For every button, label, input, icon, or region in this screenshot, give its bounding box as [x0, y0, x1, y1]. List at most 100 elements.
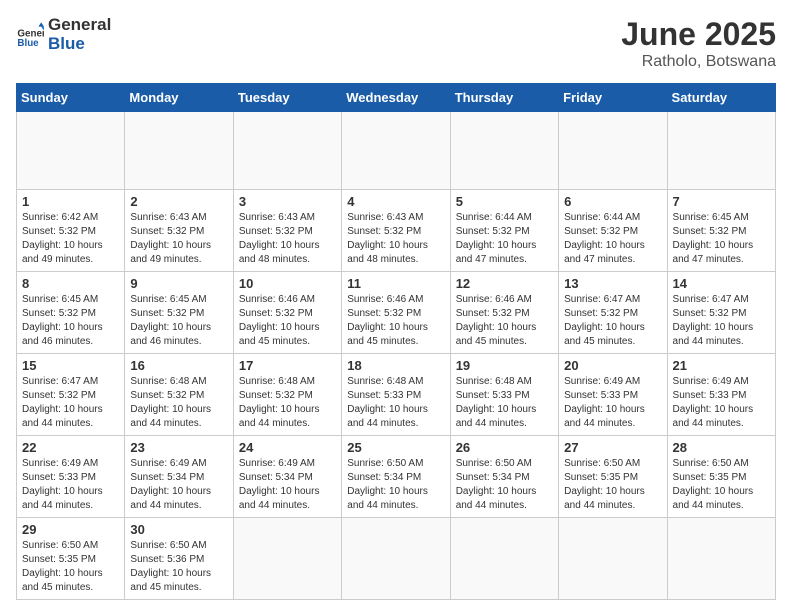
calendar-cell: 11 Sunrise: 6:46 AMSunset: 5:32 PMDayligh… [342, 272, 450, 354]
week-row-6: 29 Sunrise: 6:50 AMSunset: 5:35 PMDayligh… [17, 518, 776, 600]
calendar-cell [342, 112, 450, 190]
day-number: 6 [564, 194, 661, 209]
logo-general-text: General [48, 16, 111, 35]
cell-details: Sunrise: 6:44 AMSunset: 5:32 PMDaylight:… [456, 211, 553, 267]
cell-details: Sunrise: 6:50 AMSunset: 5:35 PMDaylight:… [564, 457, 661, 513]
calendar-cell: 13 Sunrise: 6:47 AMSunset: 5:32 PMDayligh… [559, 272, 667, 354]
calendar-cell: 18Sunrise: 6:48 AMSunset: 5:33 PMDayligh… [342, 354, 450, 436]
location-subtitle: Ratholo, Botswana [621, 53, 776, 71]
calendar-cell: 23 Sunrise: 6:49 AMSunset: 5:34 PMDayligh… [125, 436, 233, 518]
cell-details: Sunrise: 6:45 AMSunset: 5:32 PMDaylight:… [130, 293, 227, 349]
cell-details: Sunrise: 6:49 AMSunset: 5:33 PMDaylight:… [22, 457, 119, 513]
generalblue-logo-icon: General Blue [16, 21, 44, 49]
calendar-cell [233, 112, 341, 190]
calendar-cell [450, 112, 558, 190]
calendar-cell: 22 Sunrise: 6:49 AMSunset: 5:33 PMDayligh… [17, 436, 125, 518]
cell-details: Sunrise: 6:48 AMSunset: 5:33 PMDaylight:… [456, 375, 553, 431]
calendar-cell: 15 Sunrise: 6:47 AMSunset: 5:32 PMDayligh… [17, 354, 125, 436]
cell-details: Sunrise: 6:43 AMSunset: 5:32 PMDaylight:… [130, 211, 227, 267]
calendar-cell: 27 Sunrise: 6:50 AMSunset: 5:35 PMDayligh… [559, 436, 667, 518]
calendar-cell: 9Sunrise: 6:45 AMSunset: 5:32 PMDaylight… [125, 272, 233, 354]
calendar-cell: 28Sunrise: 6:50 AMSunset: 5:35 PMDayligh… [667, 436, 775, 518]
header-monday: Monday [125, 84, 233, 112]
day-number: 8 [22, 276, 119, 291]
header-wednesday: Wednesday [342, 84, 450, 112]
day-number: 1 [22, 194, 119, 209]
cell-details: Sunrise: 6:45 AMSunset: 5:32 PMDaylight:… [22, 293, 119, 349]
day-number: 3 [239, 194, 336, 209]
cell-details: Sunrise: 6:50 AMSunset: 5:35 PMDaylight:… [22, 539, 119, 595]
week-row-3: 8 Sunrise: 6:45 AMSunset: 5:32 PMDaylight… [17, 272, 776, 354]
logo: General Blue General Blue [16, 16, 111, 53]
cell-details: Sunrise: 6:47 AMSunset: 5:32 PMDaylight:… [22, 375, 119, 431]
month-year-title: June 2025 [621, 16, 776, 53]
week-row-1 [17, 112, 776, 190]
week-row-5: 22 Sunrise: 6:49 AMSunset: 5:33 PMDayligh… [17, 436, 776, 518]
day-number: 11 [347, 276, 444, 291]
day-number: 18 [347, 358, 444, 373]
day-number: 17 [239, 358, 336, 373]
cell-details: Sunrise: 6:43 AMSunset: 5:32 PMDaylight:… [239, 211, 336, 267]
day-number: 15 [22, 358, 119, 373]
calendar-cell: 17 Sunrise: 6:48 AMSunset: 5:32 PMDayligh… [233, 354, 341, 436]
calendar-cell: 19Sunrise: 6:48 AMSunset: 5:33 PMDayligh… [450, 354, 558, 436]
day-number: 27 [564, 440, 661, 455]
day-number: 21 [673, 358, 770, 373]
cell-details: Sunrise: 6:49 AMSunset: 5:33 PMDaylight:… [673, 375, 770, 431]
cell-details: Sunrise: 6:46 AMSunset: 5:32 PMDaylight:… [239, 293, 336, 349]
day-number: 2 [130, 194, 227, 209]
calendar-cell: 20Sunrise: 6:49 AMSunset: 5:33 PMDayligh… [559, 354, 667, 436]
day-number: 22 [22, 440, 119, 455]
day-number: 10 [239, 276, 336, 291]
cell-details: Sunrise: 6:49 AMSunset: 5:33 PMDaylight:… [564, 375, 661, 431]
header-sunday: Sunday [17, 84, 125, 112]
header-saturday: Saturday [667, 84, 775, 112]
cell-details: Sunrise: 6:50 AMSunset: 5:34 PMDaylight:… [456, 457, 553, 513]
cell-details: Sunrise: 6:49 AMSunset: 5:34 PMDaylight:… [239, 457, 336, 513]
cell-details: Sunrise: 6:47 AMSunset: 5:32 PMDaylight:… [564, 293, 661, 349]
calendar-cell [125, 112, 233, 190]
day-number: 5 [456, 194, 553, 209]
calendar-cell [559, 112, 667, 190]
calendar-cell [17, 112, 125, 190]
calendar-table: SundayMondayTuesdayWednesdayThursdayFrid… [16, 83, 776, 600]
calendar-cell: 14Sunrise: 6:47 AMSunset: 5:32 PMDayligh… [667, 272, 775, 354]
header-tuesday: Tuesday [233, 84, 341, 112]
calendar-cell: 24 Sunrise: 6:49 AMSunset: 5:34 PMDayligh… [233, 436, 341, 518]
header-thursday: Thursday [450, 84, 558, 112]
calendar-cell: 8 Sunrise: 6:45 AMSunset: 5:32 PMDaylight… [17, 272, 125, 354]
day-number: 30 [130, 522, 227, 537]
calendar-cell [450, 518, 558, 600]
cell-details: Sunrise: 6:49 AMSunset: 5:34 PMDaylight:… [130, 457, 227, 513]
day-number: 26 [456, 440, 553, 455]
header: General Blue General Blue June 2025 Rath… [16, 16, 776, 71]
calendar-cell [667, 112, 775, 190]
calendar-cell [559, 518, 667, 600]
day-number: 28 [673, 440, 770, 455]
title-area: June 2025 Ratholo, Botswana [621, 16, 776, 71]
day-number: 24 [239, 440, 336, 455]
cell-details: Sunrise: 6:44 AMSunset: 5:32 PMDaylight:… [564, 211, 661, 267]
cell-details: Sunrise: 6:50 AMSunset: 5:34 PMDaylight:… [347, 457, 444, 513]
calendar-cell: 6 Sunrise: 6:44 AMSunset: 5:32 PMDaylight… [559, 190, 667, 272]
day-number: 12 [456, 276, 553, 291]
calendar-cell: 12Sunrise: 6:46 AMSunset: 5:32 PMDayligh… [450, 272, 558, 354]
cell-details: Sunrise: 6:46 AMSunset: 5:32 PMDaylight:… [347, 293, 444, 349]
logo-blue-text: Blue [48, 35, 111, 54]
calendar-cell: 30Sunrise: 6:50 AMSunset: 5:36 PMDayligh… [125, 518, 233, 600]
day-number: 7 [673, 194, 770, 209]
calendar-cell: 1Sunrise: 6:42 AMSunset: 5:32 PMDaylight… [17, 190, 125, 272]
day-number: 13 [564, 276, 661, 291]
cell-details: Sunrise: 6:48 AMSunset: 5:32 PMDaylight:… [239, 375, 336, 431]
calendar-cell: 29 Sunrise: 6:50 AMSunset: 5:35 PMDayligh… [17, 518, 125, 600]
day-number: 29 [22, 522, 119, 537]
day-number: 25 [347, 440, 444, 455]
calendar-cell [342, 518, 450, 600]
calendar-cell: 25 Sunrise: 6:50 AMSunset: 5:34 PMDayligh… [342, 436, 450, 518]
day-number: 23 [130, 440, 227, 455]
calendar-cell: 4Sunrise: 6:43 AMSunset: 5:32 PMDaylight… [342, 190, 450, 272]
calendar-cell: 5 Sunrise: 6:44 AMSunset: 5:32 PMDaylight… [450, 190, 558, 272]
calendar-cell: 21 Sunrise: 6:49 AMSunset: 5:33 PMDayligh… [667, 354, 775, 436]
calendar-cell: 16Sunrise: 6:48 AMSunset: 5:32 PMDayligh… [125, 354, 233, 436]
calendar-header-row: SundayMondayTuesdayWednesdayThursdayFrid… [17, 84, 776, 112]
